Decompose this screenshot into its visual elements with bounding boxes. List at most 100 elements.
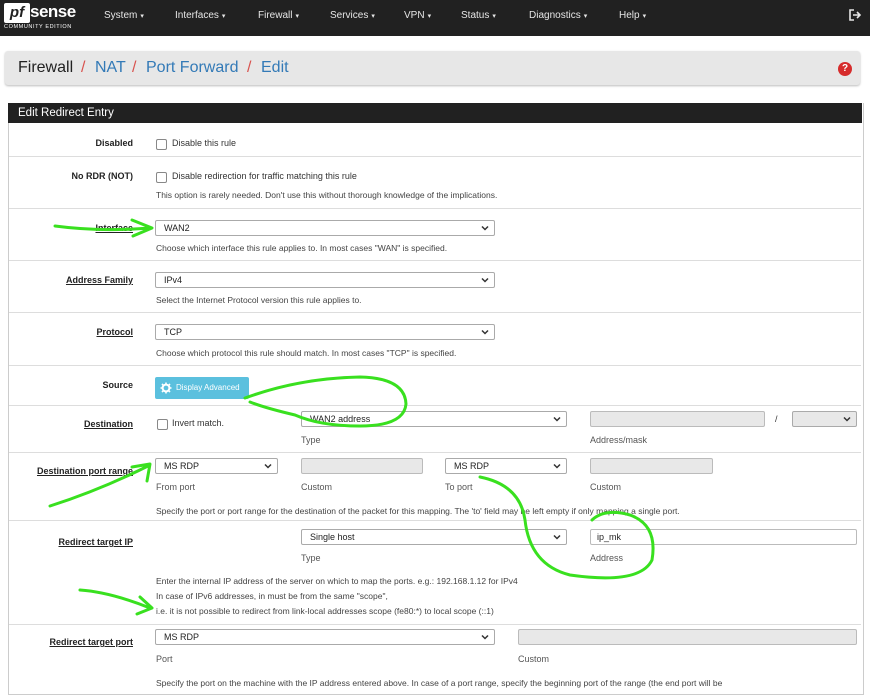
destination-port-help: Specify the port or port range for the d… bbox=[156, 506, 680, 516]
target-ip-address-caption: Address bbox=[590, 553, 624, 563]
caret-down-icon: ▾ bbox=[642, 13, 647, 20]
chevron-down-icon bbox=[481, 329, 489, 335]
nav-diagnostics-menu[interactable]: Diagnostics ▾ bbox=[529, 0, 587, 36]
nav-label: Interfaces bbox=[175, 10, 219, 21]
help-icon[interactable]: ? bbox=[838, 62, 852, 76]
breadcrumb-nat-link[interactable]: NAT bbox=[95, 59, 126, 77]
address-mask-caption: Address/mask bbox=[590, 435, 648, 445]
target-port-help: Specify the port on the machine with the… bbox=[156, 678, 723, 688]
target-port-custom-input[interactable] bbox=[518, 629, 857, 645]
breadcrumb: Firewall / NAT / Port Forward / Edit bbox=[5, 51, 860, 85]
from-port-value: MS RDP bbox=[164, 461, 200, 471]
invert-match-checkbox[interactable] bbox=[157, 419, 168, 430]
breadcrumb-separator: / bbox=[132, 59, 137, 76]
nordr-help: This option is rarely needed. Don't use … bbox=[156, 190, 498, 200]
target-ip-address-value: ip_mk bbox=[597, 532, 622, 542]
target-port-select[interactable]: MS RDP bbox=[155, 629, 495, 645]
interface-select[interactable]: WAN2 bbox=[155, 220, 495, 236]
nav-system-menu[interactable]: System ▾ bbox=[104, 0, 144, 36]
nav-help-menu[interactable]: Help ▾ bbox=[619, 0, 646, 36]
chevron-down-icon bbox=[553, 416, 561, 422]
chevron-down-icon bbox=[481, 225, 489, 231]
breadcrumb-separator: / bbox=[81, 59, 86, 76]
nav-label: Help bbox=[619, 10, 640, 21]
chevron-down-icon bbox=[843, 416, 851, 422]
to-port-caption: To port bbox=[445, 482, 473, 492]
caret-down-icon: ▾ bbox=[221, 13, 226, 20]
interface-label: Interface bbox=[95, 223, 133, 233]
nav-label: VPN bbox=[404, 10, 425, 21]
caret-down-icon: ▾ bbox=[371, 13, 375, 20]
disabled-label: Disabled bbox=[95, 138, 133, 148]
address-family-value: IPv4 bbox=[164, 275, 183, 285]
address-family-select[interactable]: IPv4 bbox=[155, 272, 495, 288]
top-navbar: pf sense COMMUNITY EDITION System ▾ Inter… bbox=[0, 0, 870, 36]
caret-down-icon: ▾ bbox=[492, 13, 496, 20]
logout-icon[interactable] bbox=[848, 8, 862, 22]
protocol-label: Protocol bbox=[96, 327, 133, 337]
address-family-help: Select the Internet Protocol version thi… bbox=[156, 295, 362, 305]
display-advanced-button[interactable]: Display Advanced bbox=[155, 377, 249, 399]
display-advanced-text: Display Advanced bbox=[176, 383, 240, 392]
from-port-select[interactable]: MS RDP bbox=[155, 458, 278, 474]
from-port-custom-input[interactable] bbox=[301, 458, 423, 474]
destination-mask-select[interactable] bbox=[792, 411, 857, 427]
protocol-value: TCP bbox=[164, 327, 182, 337]
target-port-value: MS RDP bbox=[164, 632, 200, 642]
to-port-custom-input[interactable] bbox=[590, 458, 713, 474]
nav-label: Diagnostics bbox=[529, 10, 581, 21]
nav-services-menu[interactable]: Services ▾ bbox=[330, 0, 375, 36]
nav-label: Services bbox=[330, 10, 369, 21]
chevron-down-icon bbox=[264, 463, 272, 469]
nav-vpn-menu[interactable]: VPN ▾ bbox=[404, 0, 431, 36]
caret-down-icon: ▾ bbox=[140, 13, 144, 20]
target-ip-address-input[interactable]: ip_mk bbox=[590, 529, 857, 545]
target-port-caption: Port bbox=[156, 654, 173, 664]
target-ip-type-caption: Type bbox=[301, 553, 321, 563]
row-divider bbox=[9, 520, 861, 521]
destination-address-input[interactable] bbox=[590, 411, 765, 427]
row-divider bbox=[9, 156, 861, 157]
invert-match-text: Invert match. bbox=[172, 418, 225, 428]
gear-icon bbox=[160, 382, 172, 394]
breadcrumb-edit-link[interactable]: Edit bbox=[261, 59, 289, 77]
to-port-value: MS RDP bbox=[454, 461, 490, 471]
caret-down-icon: ▾ bbox=[583, 13, 588, 20]
nav-label: System bbox=[104, 10, 138, 21]
breadcrumb-port-forward-link[interactable]: Port Forward bbox=[146, 59, 238, 77]
to-port-select[interactable]: MS RDP bbox=[445, 458, 567, 474]
pfsense-logo[interactable]: pf sense COMMUNITY EDITION bbox=[4, 2, 82, 33]
breadcrumb-separator: / bbox=[247, 59, 252, 76]
target-ip-help-line2: In case of IPv6 addresses, in must be fr… bbox=[156, 591, 388, 601]
nav-status-menu[interactable]: Status ▾ bbox=[461, 0, 496, 36]
chevron-down-icon bbox=[481, 634, 489, 640]
from-port-caption: From port bbox=[156, 482, 196, 492]
destination-port-range-label: Destination port range bbox=[36, 466, 133, 476]
nordr-label: No RDR (NOT) bbox=[71, 171, 134, 181]
destination-type-caption: Type bbox=[301, 435, 321, 445]
destination-label: Destination bbox=[83, 419, 133, 429]
protocol-select[interactable]: TCP bbox=[155, 324, 495, 340]
address-family-label: Address Family bbox=[65, 275, 133, 285]
logo-edition: COMMUNITY EDITION bbox=[4, 24, 72, 30]
nordr-checkbox[interactable] bbox=[156, 172, 167, 183]
mask-separator: / bbox=[775, 414, 778, 424]
target-ip-type-value: Single host bbox=[310, 532, 355, 542]
from-custom-caption: Custom bbox=[301, 482, 333, 492]
target-ip-type-select[interactable]: Single host bbox=[301, 529, 567, 545]
protocol-help: Choose which protocol this rule should m… bbox=[156, 348, 457, 358]
logo-word: sense bbox=[30, 2, 76, 21]
destination-type-select[interactable]: WAN2 address bbox=[301, 411, 567, 427]
nav-firewall-menu[interactable]: Firewall ▾ bbox=[258, 0, 299, 36]
breadcrumb-firewall: Firewall bbox=[18, 59, 74, 76]
nav-interfaces-menu[interactable]: Interfaces ▾ bbox=[175, 0, 225, 36]
redirect-target-ip-label: Redirect target IP bbox=[58, 537, 133, 547]
caret-down-icon: ▾ bbox=[427, 13, 432, 20]
redirect-target-port-label: Redirect target port bbox=[49, 637, 133, 647]
interface-help: Choose which interface this rule applies… bbox=[156, 243, 448, 253]
disable-rule-checkbox[interactable] bbox=[156, 139, 167, 150]
target-port-custom-caption: Custom bbox=[518, 654, 550, 664]
panel-title: Edit Redirect Entry bbox=[18, 107, 114, 119]
row-divider bbox=[9, 312, 861, 313]
row-divider bbox=[9, 624, 861, 625]
